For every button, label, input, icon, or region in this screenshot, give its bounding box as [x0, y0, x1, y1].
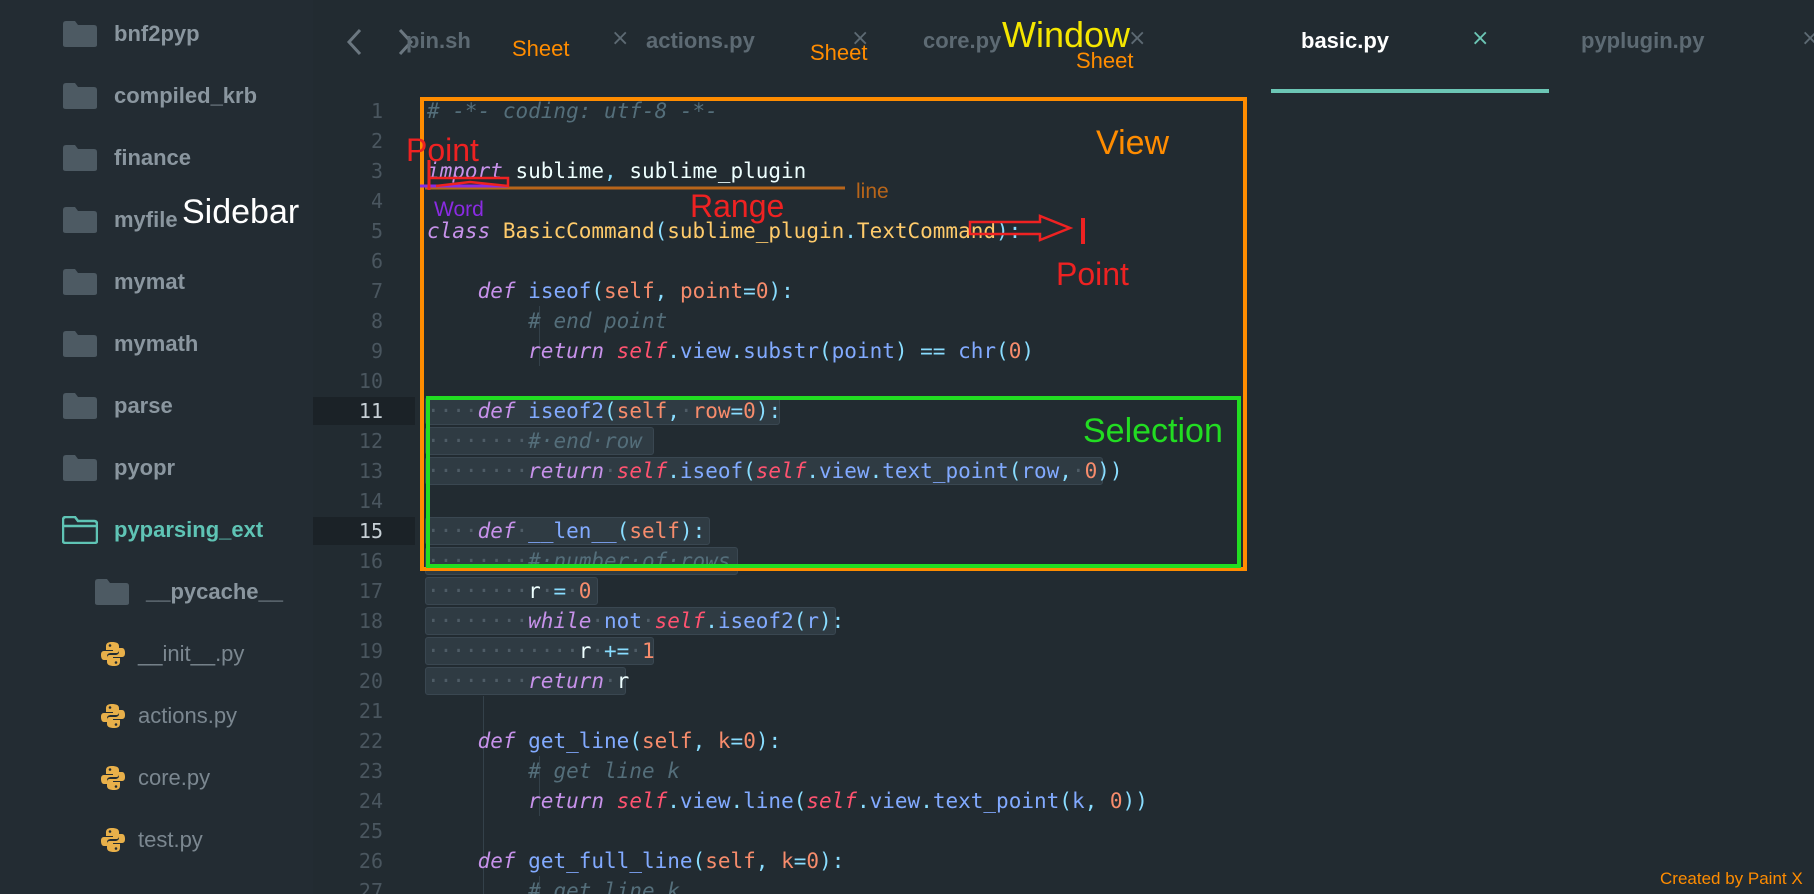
- annotation-marks: [420, 160, 1085, 244]
- point-arrow: [968, 214, 1074, 242]
